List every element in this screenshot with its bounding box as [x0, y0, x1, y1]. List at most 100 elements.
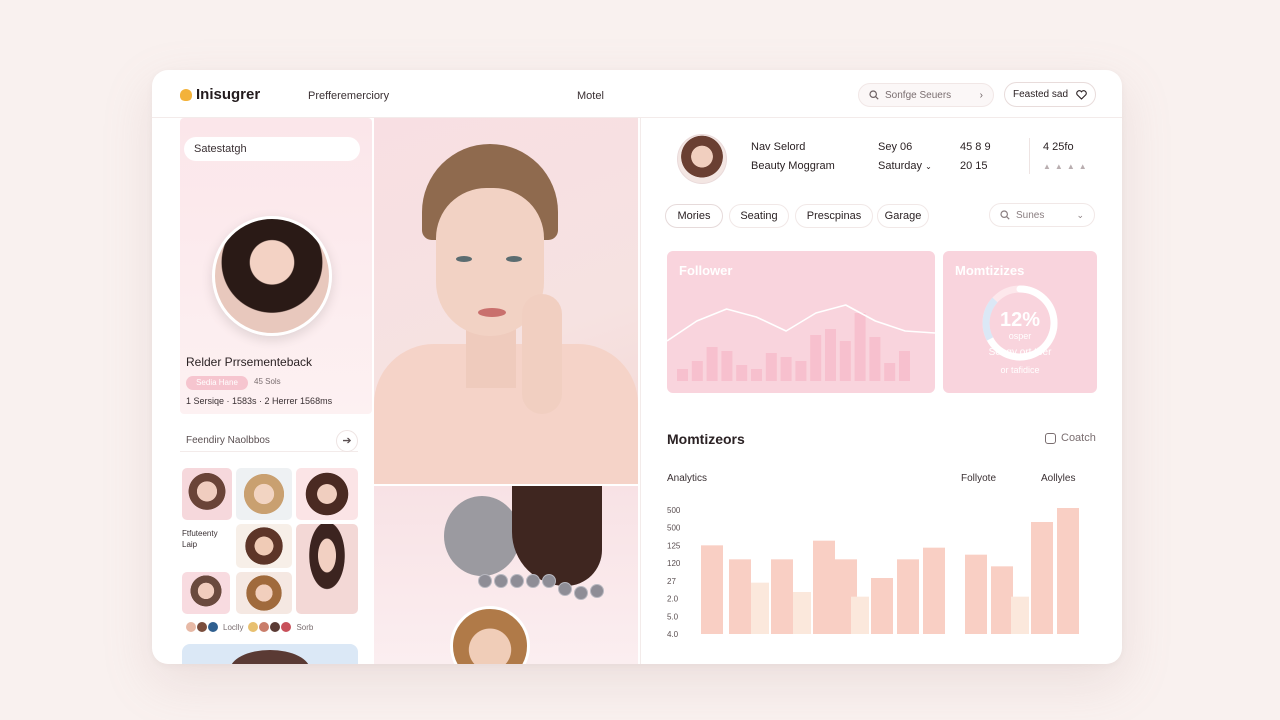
jewel-shape — [558, 582, 572, 596]
chart-label-follyote: Follyote — [961, 473, 997, 484]
y-tick-label: 4.0 — [667, 630, 679, 639]
arrow-right-icon[interactable]: ➔ — [336, 429, 358, 452]
product-image[interactable] — [374, 486, 638, 664]
brand-logo[interactable]: Inisugrer — [180, 86, 260, 103]
preview-portrait — [230, 650, 310, 664]
follower-bar — [854, 313, 866, 381]
gallery-thumb[interactable] — [182, 468, 232, 520]
profile-stats: 1 Sersiqe · 1583s · 2 Herrer 1568ms — [186, 396, 333, 406]
gallery-thumb[interactable] — [182, 572, 230, 614]
follower-bar — [795, 361, 807, 381]
follower-bar — [721, 351, 733, 381]
gauge-caption-line1: Seagy ort tber — [988, 347, 1052, 358]
mini-avatar — [281, 622, 292, 632]
favorites-button[interactable]: Feasted sad — [1004, 82, 1096, 107]
mini-avatar — [208, 622, 218, 632]
tab-garage[interactable]: Garage — [877, 204, 929, 228]
gallery-caption: Ftfuteenty Laip — [182, 529, 218, 549]
section-title: Momtizeors — [667, 431, 745, 447]
follower-bar — [706, 347, 718, 381]
mini-status-icons: ▲▲▲▲ — [1043, 162, 1091, 171]
follower-bar — [780, 357, 792, 381]
hero-eye-shape — [456, 256, 472, 262]
user-avatar[interactable] — [677, 134, 727, 184]
chart-label-aollyles: Aollyles — [1041, 473, 1076, 484]
avatars-label-right: Sorb — [296, 622, 314, 632]
jewel-shape — [478, 574, 492, 588]
feed-link[interactable]: Feendiry Naolbbos ➔ — [180, 429, 358, 452]
nav-link-primary[interactable]: Prefferemerciory — [308, 90, 389, 102]
gauge-sublabel: osper — [1008, 331, 1032, 341]
follower-bar — [825, 329, 836, 381]
product-puff-shape — [444, 496, 520, 576]
mini-avatar — [270, 622, 281, 632]
gauge-caption-line2: or tafidice — [1000, 365, 1040, 375]
y-tick-label: 27 — [667, 577, 676, 586]
follower-bar — [810, 335, 822, 381]
nav-link-secondary[interactable]: Motel — [577, 90, 604, 102]
switch-button[interactable]: Coatch — [1045, 432, 1096, 444]
monetization-bar-chart: 500 500 125 120 27 2.0 5.0 4.0 — [667, 506, 1079, 639]
mini-avatar — [248, 622, 259, 632]
day-dropdown-label: Saturday — [878, 160, 923, 172]
feed-link-label: Feendiry Naolbbos — [186, 435, 270, 446]
y-tick-label: 500 — [667, 524, 681, 533]
product-model-avatar — [450, 606, 530, 664]
follower-avatars-row[interactable]: Loclly Sorb — [186, 622, 313, 632]
chevron-down-icon: ⌄ — [1076, 209, 1084, 220]
mini-avatar — [259, 622, 270, 632]
avatars-label-left: Loclly — [223, 622, 244, 632]
follower-bar — [899, 351, 910, 381]
profile-tag-count: 45 Sols — [254, 377, 281, 386]
tab-prescpinas[interactable]: Prescpinas — [795, 204, 873, 228]
gallery-thumb[interactable] — [236, 572, 292, 614]
chevron-right-icon: › — [979, 89, 983, 101]
follower-bar — [751, 369, 762, 381]
profile-search-field[interactable]: Satestatgh — [184, 137, 360, 161]
bar-series-1 — [729, 559, 751, 634]
bar-series-1 — [871, 578, 893, 634]
profile-card: Satestatgh Relder Prrsementeback Sedia H… — [180, 118, 372, 414]
search-icon — [1000, 210, 1010, 220]
bar-series-1 — [923, 547, 945, 634]
hero-hand-shape — [522, 294, 562, 414]
tab-mories[interactable]: Mories — [665, 204, 723, 228]
stat-value-1: 45 8 9 — [960, 141, 991, 153]
search-input[interactable]: Sonfge Seuers › — [858, 83, 994, 107]
follower-panel[interactable]: Follower — [667, 251, 935, 393]
series-select[interactable]: Sunes ⌄ — [989, 203, 1095, 227]
bar-series-1 — [965, 554, 987, 634]
bar-series-2 — [1011, 596, 1029, 634]
follower-bar — [677, 369, 688, 381]
jewel-shape — [590, 584, 604, 598]
gallery-thumb[interactable] — [236, 524, 292, 568]
profile-tag-badge[interactable]: Sedia Hane — [186, 376, 248, 390]
y-tick-label: 500 — [667, 506, 681, 515]
y-tick-label: 125 — [667, 541, 681, 550]
follower-bar — [869, 337, 881, 381]
y-tick-label: 5.0 — [667, 612, 679, 621]
hero-portrait[interactable] — [374, 118, 638, 484]
left-sidebar: Satestatgh Relder Prrsementeback Sedia H… — [180, 118, 372, 664]
gallery-thumb[interactable] — [296, 468, 358, 520]
search-placeholder: Sonfge Seuers — [885, 89, 952, 101]
bottom-preview-card[interactable] — [182, 644, 358, 664]
profile-avatar[interactable] — [212, 216, 332, 336]
follower-bar — [691, 361, 703, 381]
follower-bar — [736, 365, 748, 381]
hero-lips-shape — [478, 308, 506, 317]
analytics-panel: Nav Selord Beauty Moggram Sey 06 Saturda… — [640, 118, 1122, 664]
day-dropdown[interactable]: Saturday ⌄ — [878, 160, 932, 172]
jewel-shape — [542, 574, 556, 588]
user-name: Nav Selord — [751, 141, 806, 153]
bar-series-2 — [751, 582, 769, 634]
monetize-panel[interactable]: Momtizizes 12% osper Seagy ort tber or t… — [943, 251, 1097, 393]
product-hand-shape — [512, 486, 602, 586]
gallery-thumb[interactable] — [236, 468, 292, 520]
bar-series-1 — [897, 559, 919, 634]
profile-name: Relder Prrsementeback — [186, 355, 313, 369]
gallery-thumb[interactable] — [296, 524, 358, 614]
follower-bar — [884, 363, 896, 381]
tab-seating[interactable]: Seating — [729, 204, 789, 228]
bar-series-1 — [771, 559, 793, 634]
